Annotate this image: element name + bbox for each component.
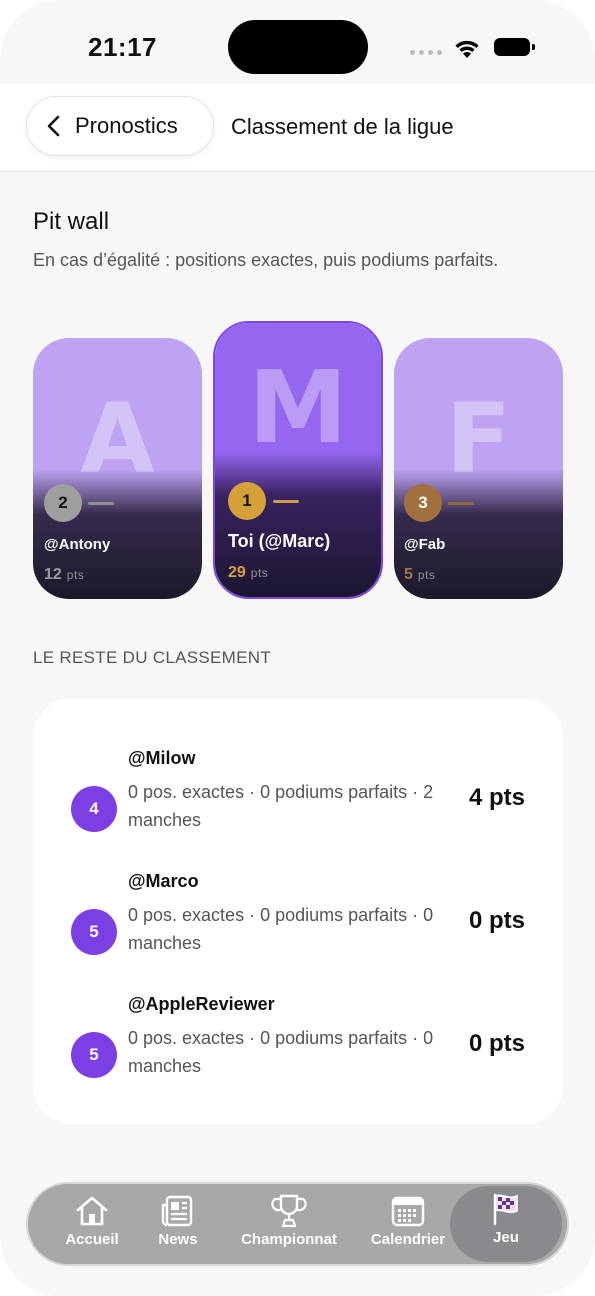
- tab-calendrier[interactable]: Calendrier: [366, 1184, 450, 1264]
- player-stats: 0 pos. exactes · 0 podiums parfaits · 0 …: [128, 1028, 434, 1076]
- league-name: Pit wall: [33, 208, 110, 235]
- tab-news[interactable]: News: [146, 1184, 210, 1264]
- checkered-flag-icon: [493, 1193, 518, 1226]
- tab-label: News: [158, 1231, 198, 1248]
- tab-label: Calendrier: [370, 1231, 446, 1248]
- player-name: @Fab: [404, 536, 446, 553]
- newspaper-icon: [161, 1195, 193, 1227]
- rank-badge: 3: [404, 484, 442, 522]
- cellular-signal-icon: [410, 50, 442, 55]
- ranking-row[interactable]: 5 @Marco 0 pos. exactes · 0 podiums parf…: [33, 871, 563, 981]
- dynamic-island: [228, 20, 368, 74]
- position-change-dash: [88, 502, 114, 505]
- player-stats: 0 pos. exactes · 0 podiums parfaits · 0 …: [128, 905, 434, 953]
- player-score: 4 pts: [468, 784, 525, 811]
- tab-championnat[interactable]: Championnat: [234, 1184, 344, 1264]
- house-icon: [76, 1196, 108, 1226]
- player-name: @Milow: [128, 748, 196, 768]
- player-points: 5 pts: [404, 566, 436, 583]
- player-score: 0 pts: [468, 1030, 525, 1057]
- podium-card-second[interactable]: A 2 @Antony 12 pts: [33, 338, 202, 599]
- tab-label: Championnat: [241, 1231, 337, 1248]
- navigation-bar: Pronostics Classement de la ligue: [0, 84, 595, 172]
- phone-screen: 21:17 Pronostics Classement de la ligue …: [0, 0, 595, 1296]
- tab-label: Accueil: [65, 1231, 119, 1248]
- rank-badge: 2: [44, 484, 82, 522]
- position-change-dash: [448, 502, 474, 505]
- battery-icon: [494, 38, 535, 56]
- back-button[interactable]: Pronostics: [26, 96, 214, 156]
- ranking-row[interactable]: 4 @Milow 0 pos. exactes · 0 podiums parf…: [33, 748, 563, 858]
- tab-bar: Accueil News Championnat Calendrier Jeu: [26, 1182, 569, 1266]
- ranking-row[interactable]: 5 @AppleReviewer 0 pos. exactes · 0 podi…: [33, 994, 563, 1104]
- tiebreak-rule: En cas d’égalité : positions exactes, pu…: [33, 250, 499, 270]
- player-points: 12 pts: [44, 566, 85, 583]
- avatar-letter: M: [248, 349, 348, 466]
- tab-label: Jeu: [493, 1229, 519, 1246]
- ranking-list: 4 @Milow 0 pos. exactes · 0 podiums parf…: [33, 699, 563, 1124]
- tab-accueil[interactable]: Accueil: [52, 1184, 132, 1264]
- player-name: @Antony: [44, 536, 111, 553]
- rank-badge: 4: [71, 786, 117, 832]
- player-name: Toi (@Marc): [228, 531, 331, 551]
- rank-badge: 1: [228, 482, 266, 520]
- chevron-left-icon: [47, 115, 60, 137]
- status-bar: 21:17: [0, 0, 595, 84]
- section-title: LE RESTE DU CLASSEMENT: [33, 648, 272, 667]
- status-time: 21:17: [88, 32, 157, 62]
- podium-card-first[interactable]: M 1 Toi (@Marc) 29 pts: [213, 321, 383, 599]
- calendar-icon: [391, 1196, 425, 1227]
- player-stats: 0 pos. exactes · 0 podiums parfaits · 2 …: [128, 782, 434, 830]
- tab-jeu[interactable]: Jeu: [450, 1186, 562, 1262]
- player-name: @AppleReviewer: [128, 994, 275, 1014]
- player-name: @Marco: [128, 871, 199, 891]
- back-button-label: Pronostics: [75, 113, 178, 138]
- trophy-icon: [271, 1194, 307, 1228]
- page-title: Classement de la ligue: [231, 114, 454, 139]
- rank-badge: 5: [71, 909, 117, 955]
- wifi-icon: [455, 40, 479, 58]
- player-score: 0 pts: [468, 907, 525, 934]
- player-points: 29 pts: [228, 564, 269, 581]
- podium-card-third[interactable]: F 3 @Fab 5 pts: [394, 338, 563, 599]
- rank-badge: 5: [71, 1032, 117, 1078]
- position-change-dash: [273, 500, 299, 503]
